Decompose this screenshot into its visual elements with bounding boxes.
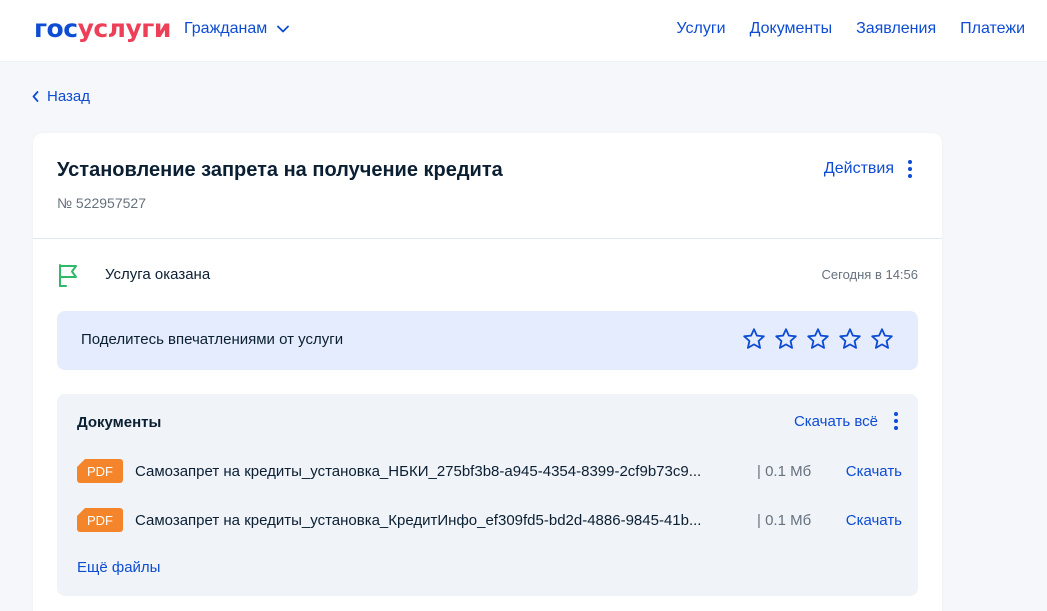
feedback-prompt: Поделитесь впечатлениями от услуги bbox=[81, 331, 344, 348]
file-row: PDF Самозапрет на кредиты_установка_Кред… bbox=[77, 507, 902, 533]
file-row: PDF Самозапрет на кредиты_установка_НБКИ… bbox=[77, 458, 902, 484]
rating-stars bbox=[742, 327, 894, 351]
back-label: Назад bbox=[47, 88, 90, 105]
more-vertical-icon[interactable] bbox=[892, 412, 900, 430]
actions-menu-button[interactable]: Действия bbox=[824, 160, 914, 178]
back-link[interactable]: Назад bbox=[32, 88, 90, 105]
top-header: госуслуги Гражданам Услуги Документы Зая… bbox=[0, 0, 1047, 62]
star-icon[interactable] bbox=[838, 327, 862, 351]
nav-link-payments[interactable]: Платежи bbox=[960, 20, 1025, 38]
status-time: Сегодня в 14:56 bbox=[821, 267, 918, 282]
chevron-down-icon bbox=[277, 25, 290, 33]
file-download-link[interactable]: Скачать bbox=[846, 512, 902, 529]
file-size: | 0.1 Мб bbox=[757, 511, 812, 529]
chevron-left-icon bbox=[32, 91, 39, 102]
star-icon[interactable] bbox=[742, 327, 766, 351]
file-download-link[interactable]: Скачать bbox=[846, 463, 902, 480]
nav-link-documents[interactable]: Документы bbox=[750, 20, 832, 38]
flag-icon bbox=[59, 264, 77, 287]
more-files-link[interactable]: Ещё файлы bbox=[77, 559, 160, 576]
star-icon[interactable] bbox=[774, 327, 798, 351]
audience-label: Гражданам bbox=[184, 20, 268, 37]
more-vertical-icon bbox=[906, 160, 914, 178]
card-divider bbox=[33, 238, 942, 239]
nav-link-applications[interactable]: Заявления bbox=[856, 20, 936, 38]
star-icon[interactable] bbox=[870, 327, 894, 351]
pdf-file-icon: PDF bbox=[77, 459, 123, 483]
download-all-label: Скачать всё bbox=[793, 412, 878, 430]
documents-title: Документы bbox=[77, 414, 162, 431]
gosuslugi-logo[interactable]: госуслуги bbox=[34, 14, 171, 43]
logo-part-gos: гос bbox=[34, 14, 78, 43]
download-all-button[interactable]: Скачать всё bbox=[794, 412, 900, 430]
file-name: Самозапрет на кредиты_установка_НБКИ_275… bbox=[135, 462, 702, 480]
main-nav: Услуги Документы Заявления Платежи bbox=[676, 20, 1025, 38]
feedback-banner: Поделитесь впечатлениями от услуги bbox=[57, 311, 918, 370]
request-number: № 522957527 bbox=[57, 195, 146, 211]
star-icon[interactable] bbox=[806, 327, 830, 351]
pdf-file-icon: PDF bbox=[77, 508, 123, 532]
file-size: | 0.1 Мб bbox=[757, 462, 812, 480]
nav-link-services[interactable]: Услуги bbox=[676, 20, 725, 38]
logo-part-uslugi: услуги bbox=[77, 14, 172, 43]
documents-section: Документы Скачать всё PDF Самозапрет на … bbox=[57, 394, 918, 596]
actions-label: Действия bbox=[823, 160, 894, 177]
status-text: Услуга оказана bbox=[105, 266, 211, 283]
file-name: Самозапрет на кредиты_установка_КредитИн… bbox=[135, 511, 702, 529]
audience-dropdown[interactable]: Гражданам bbox=[184, 20, 290, 38]
request-card: Установление запрета на получение кредит… bbox=[33, 133, 942, 611]
request-title: Установление запрета на получение кредит… bbox=[57, 159, 503, 181]
